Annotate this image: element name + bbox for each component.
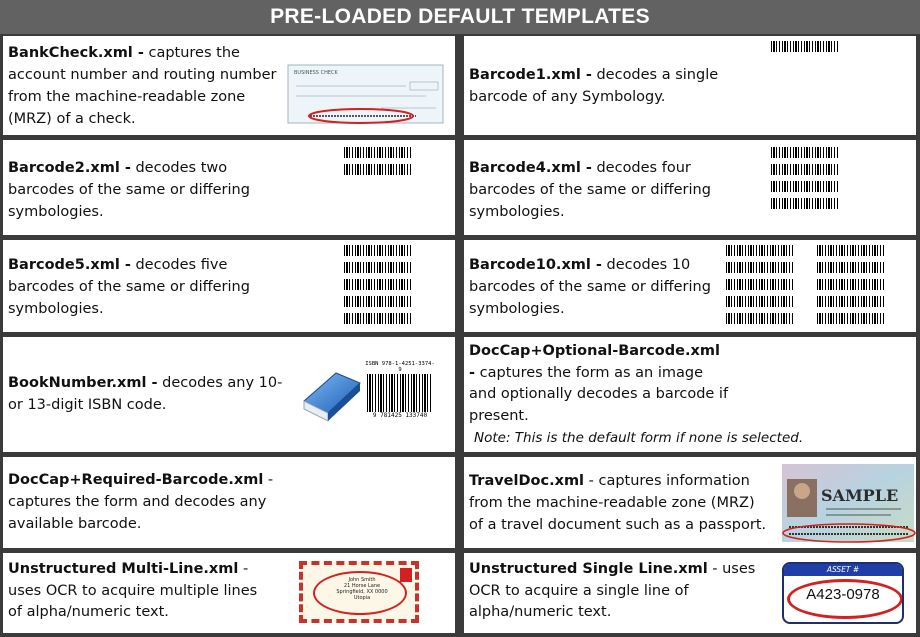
barcode-icon <box>817 245 885 256</box>
barcode-icon <box>771 198 839 209</box>
page-title: PRE-LOADED DEFAULT TEMPLATES <box>0 0 920 34</box>
template-text: Barcode5.xml - decodes five barcodes of … <box>8 254 268 320</box>
template-cell-traveldoc: TravelDoc.xml - captures information fro… <box>464 457 916 548</box>
barcode-icon <box>771 41 839 52</box>
template-cell-barcode5: Barcode5.xml - decodes five barcodes of … <box>3 240 455 332</box>
template-name: Unstructured Multi-Line.xml <box>8 561 239 577</box>
template-text: Barcode10.xml - decodes 10 barcodes of t… <box>469 254 719 320</box>
barcode-icon <box>817 262 885 273</box>
template-cell-barcode4: Barcode4.xml - decodes four barcodes of … <box>464 140 916 235</box>
barcode-icon <box>817 296 885 307</box>
barcode-icon <box>817 279 885 290</box>
template-name: Barcode10.xml - <box>469 257 602 273</box>
template-name: Barcode5.xml - <box>8 257 131 273</box>
template-text: Unstructured Single Line.xml - uses OCR … <box>469 559 769 624</box>
barcode-icon <box>817 313 885 324</box>
barcode-icon <box>344 262 412 273</box>
page: PRE-LOADED DEFAULT TEMPLATES BankCheck.x… <box>0 0 920 637</box>
template-text: Barcode4.xml - decodes four barcodes of … <box>469 157 729 223</box>
template-text: DocCap+Optional-Barcode.xml - captures t… <box>469 341 729 427</box>
envelope-image: John Smith 21 Horse Lane Springfield, XX… <box>299 561 419 623</box>
template-description: captures the form as an image and option… <box>469 364 729 424</box>
template-text: BankCheck.xml - captures the account num… <box>8 42 278 130</box>
template-text: Unstructured Multi-Line.xml - uses OCR t… <box>8 559 258 624</box>
asset-tag-image: ASSET # A423-0978 <box>782 562 904 624</box>
barcode-icon <box>726 296 794 307</box>
template-name: BookNumber.xml - <box>8 375 158 391</box>
barcode-icons <box>817 245 885 330</box>
template-name: Unstructured Single Line.xml <box>469 561 708 577</box>
barcode-icon <box>344 245 412 256</box>
template-name: Barcode1.xml - <box>469 67 592 83</box>
barcode-icon <box>344 164 412 175</box>
isbn-bottom-label: 9 781425 133740 <box>365 412 435 419</box>
barcode-icon <box>771 164 839 175</box>
barcode-icon <box>726 313 794 324</box>
template-cell-singleline: Unstructured Single Line.xml - uses OCR … <box>464 553 916 633</box>
template-text: TravelDoc.xml - captures information fro… <box>469 470 769 536</box>
barcode-icon <box>344 147 412 158</box>
template-cell-barcode2: Barcode2.xml - decodes two barcodes of t… <box>3 140 455 235</box>
barcode-icons <box>726 245 794 330</box>
template-text: DocCap+Required-Barcode.xml - captures t… <box>8 469 278 535</box>
template-cell-barcode1: Barcode1.xml - decodes a single barcode … <box>464 36 916 135</box>
template-text: BookNumber.xml - decodes any 10- or 13-d… <box>8 372 283 416</box>
barcode-icons <box>771 147 839 215</box>
barcode-icon <box>344 279 412 290</box>
template-name: BankCheck.xml - <box>8 45 144 61</box>
barcode-icon <box>367 374 433 416</box>
template-name: TravelDoc.xml <box>469 473 585 489</box>
asset-tag-label: ASSET # <box>784 564 902 576</box>
barcode-icon <box>771 147 839 158</box>
asset-number: A423-0978 <box>806 586 880 603</box>
template-text: Barcode1.xml - decodes a single barcode … <box>469 64 719 108</box>
template-name: Barcode4.xml - <box>469 160 592 176</box>
barcode-icon <box>726 279 794 290</box>
barcode-icons <box>344 147 412 181</box>
template-cell-docreq: DocCap+Required-Barcode.xml - captures t… <box>3 457 455 548</box>
passport-image: SAMPLE <box>782 464 916 543</box>
barcode-icons <box>771 41 839 58</box>
check-title: BUSINESS CHECK <box>294 70 338 76</box>
isbn-barcode: ISBN 978-1-4251-3374-9 9 781425 133740 <box>365 361 435 423</box>
isbn-top-label: ISBN 978-1-4251-3374-9 <box>365 361 435 373</box>
barcode-icons <box>344 245 412 330</box>
barcode-icon <box>726 262 794 273</box>
address-line: Utopia <box>353 595 371 601</box>
template-cell-bankcheck: BankCheck.xml - captures the account num… <box>3 36 455 135</box>
template-cell-barcode10: Barcode10.xml - decodes 10 barcodes of t… <box>464 240 916 332</box>
template-cell-booknumber: BookNumber.xml - decodes any 10- or 13-d… <box>3 337 455 452</box>
stamp-icon <box>400 568 412 582</box>
barcode-icon <box>344 296 412 307</box>
template-cell-docopt: DocCap+Optional-Barcode.xml - captures t… <box>464 337 916 452</box>
template-text: Barcode2.xml - decodes two barcodes of t… <box>8 157 268 223</box>
check-image: BUSINESS CHECK <box>287 64 444 124</box>
barcode-icon <box>771 181 839 192</box>
passport-sample-text: SAMPLE <box>821 486 898 505</box>
book-icon <box>303 372 361 422</box>
barcode-icon <box>726 245 794 256</box>
envelope-address: John Smith 21 Horse Lane Springfield, XX… <box>327 577 397 601</box>
default-form-note: Note: This is the default form if none i… <box>474 430 804 446</box>
template-cell-multiline: Unstructured Multi-Line.xml - uses OCR t… <box>3 553 455 633</box>
template-name: DocCap+Required-Barcode.xml <box>8 472 264 488</box>
barcode-icon <box>344 313 412 324</box>
template-name: Barcode2.xml - <box>8 160 131 176</box>
